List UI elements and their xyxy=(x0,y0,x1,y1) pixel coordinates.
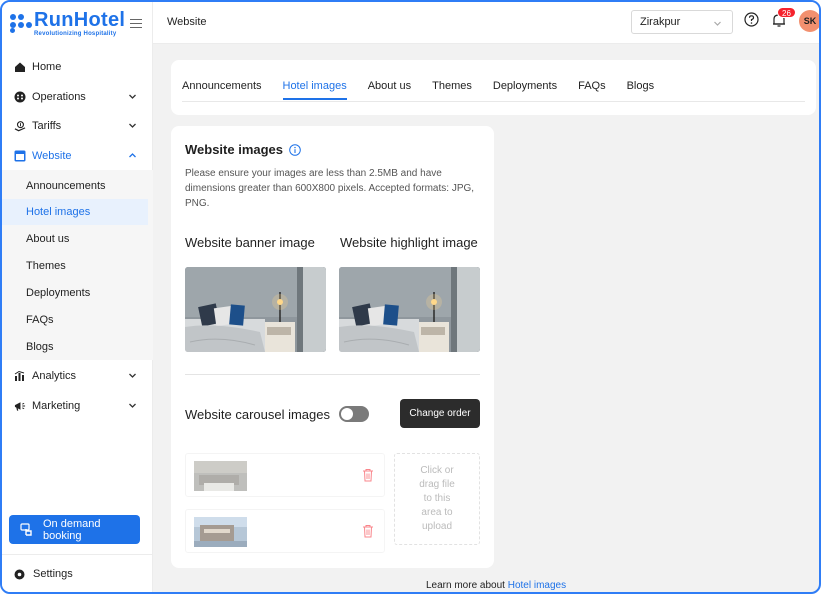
tap-hand-icon xyxy=(20,522,34,537)
chevron-down-icon xyxy=(714,21,721,26)
chevron-down-icon xyxy=(129,403,136,408)
divider xyxy=(182,101,805,102)
tariffs-icon xyxy=(14,120,26,132)
sidebar-item-label: Website xyxy=(32,150,72,162)
sidebar-subitem-faqs[interactable]: FAQs xyxy=(2,307,148,333)
sidebar-item-label: Marketing xyxy=(32,400,81,412)
location-select[interactable]: Zirakpur xyxy=(631,10,733,34)
logo-mark-icon xyxy=(10,13,32,34)
sidebar-subitem-hotel-images[interactable]: Hotel images xyxy=(2,199,148,225)
home-icon xyxy=(14,61,26,73)
sidebar-subitem-announcements[interactable]: Announcements xyxy=(2,173,148,199)
bedroom-photo xyxy=(185,267,326,352)
sidebar: RunHotel Revolutionizing Hospitality Hom… xyxy=(2,2,153,592)
chevron-up-icon xyxy=(129,153,136,158)
tab-about-us[interactable]: About us xyxy=(368,80,411,100)
marketing-icon xyxy=(14,400,26,412)
notification-badge: 26 xyxy=(777,7,796,18)
sidebar-item-website[interactable]: Website xyxy=(2,143,153,169)
sidebar-subitem-blogs[interactable]: Blogs xyxy=(2,334,148,360)
app-window: RunHotel Revolutionizing Hospitality Hom… xyxy=(0,0,821,594)
highlight-image[interactable] xyxy=(339,267,480,352)
change-order-button[interactable]: Change order xyxy=(400,399,480,428)
image-requirements-text: Please ensure your images are less than … xyxy=(185,168,475,209)
divider xyxy=(2,554,153,555)
upload-text-line: area to xyxy=(421,507,453,518)
sidebar-item-label: Tariffs xyxy=(32,120,62,132)
sidebar-item-label: Operations xyxy=(32,91,86,103)
tab-hotel-images[interactable]: Hotel images xyxy=(282,80,347,100)
top-bar: Website Zirakpur 26 SK xyxy=(153,2,819,44)
website-icon xyxy=(14,150,26,162)
brand-name: RunHotel xyxy=(34,9,126,31)
carousel-toggle[interactable] xyxy=(339,406,369,422)
operations-icon xyxy=(14,91,26,103)
tab-deployments[interactable]: Deployments xyxy=(493,80,557,100)
tab-bar: Announcements Hotel images About us Them… xyxy=(182,80,675,100)
tabs-card: Announcements Hotel images About us Them… xyxy=(171,60,816,115)
upload-text-line: to this xyxy=(423,493,451,504)
section-title: Website images xyxy=(185,142,301,157)
sidebar-subitem-deployments[interactable]: Deployments xyxy=(2,280,148,306)
learn-more-prefix: Learn more about xyxy=(426,580,508,591)
trash-icon[interactable] xyxy=(362,468,374,482)
toggle-knob xyxy=(341,408,353,420)
divider xyxy=(185,374,480,375)
sidebar-subitem-about-us[interactable]: About us xyxy=(2,226,148,252)
gear-icon xyxy=(14,569,25,580)
chevron-down-icon xyxy=(129,94,136,99)
carousel-images-label: Website carousel images xyxy=(185,407,330,422)
info-icon[interactable] xyxy=(289,143,301,156)
carousel-image-row[interactable] xyxy=(185,509,385,553)
brand-tagline: Revolutionizing Hospitality xyxy=(34,31,117,37)
learn-more-link[interactable]: Hotel images xyxy=(508,580,566,591)
location-value: Zirakpur xyxy=(640,16,681,28)
sidebar-item-home[interactable]: Home xyxy=(2,54,153,80)
brand-logo[interactable]: RunHotel Revolutionizing Hospitality xyxy=(10,10,125,37)
page-title: Website xyxy=(167,16,207,28)
tab-themes[interactable]: Themes xyxy=(432,80,472,100)
collapse-sidebar-icon[interactable] xyxy=(130,19,142,29)
sidebar-item-label: Analytics xyxy=(32,370,77,382)
carousel-image-row[interactable] xyxy=(185,453,385,497)
tab-faqs[interactable]: FAQs xyxy=(578,80,606,100)
learn-more-note: Learn more about Hotel images xyxy=(426,580,566,591)
upload-dropzone[interactable]: Click or drag file to this area to uploa… xyxy=(394,453,480,545)
banner-image[interactable] xyxy=(185,267,326,352)
carousel-thumbnail xyxy=(194,461,247,491)
help-icon[interactable] xyxy=(744,12,759,27)
tab-announcements[interactable]: Announcements xyxy=(182,80,262,100)
banner-image-label: Website banner image xyxy=(185,235,315,250)
on-demand-booking-button[interactable]: On demand booking xyxy=(9,515,140,544)
sidebar-item-label: Home xyxy=(32,61,62,73)
settings-label: Settings xyxy=(33,568,73,580)
highlight-image-label: Website highlight image xyxy=(340,235,478,250)
avatar[interactable]: SK xyxy=(799,10,819,32)
sidebar-item-operations[interactable]: Operations xyxy=(2,84,153,110)
tab-blogs[interactable]: Blogs xyxy=(627,80,655,100)
analytics-icon xyxy=(14,370,26,382)
upload-text-line: Click or xyxy=(420,465,454,476)
chevron-down-icon xyxy=(129,373,136,378)
website-images-card: Website images Please ensure your images… xyxy=(171,126,494,568)
carousel-thumbnail xyxy=(194,517,247,547)
chevron-down-icon xyxy=(129,123,136,128)
sidebar-item-tariffs[interactable]: Tariffs xyxy=(2,113,153,139)
upload-text-line: upload xyxy=(421,521,453,532)
sidebar-item-marketing[interactable]: Marketing xyxy=(2,393,153,419)
sidebar-item-settings[interactable]: Settings xyxy=(14,568,73,580)
sidebar-subitem-themes[interactable]: Themes xyxy=(2,253,148,279)
bedroom-photo xyxy=(339,267,480,352)
upload-text-line: drag file xyxy=(419,479,455,490)
trash-icon[interactable] xyxy=(362,524,374,538)
section-title-text: Website images xyxy=(185,142,284,157)
sidebar-item-analytics[interactable]: Analytics xyxy=(2,363,153,389)
on-demand-booking-label: On demand booking xyxy=(43,517,101,542)
